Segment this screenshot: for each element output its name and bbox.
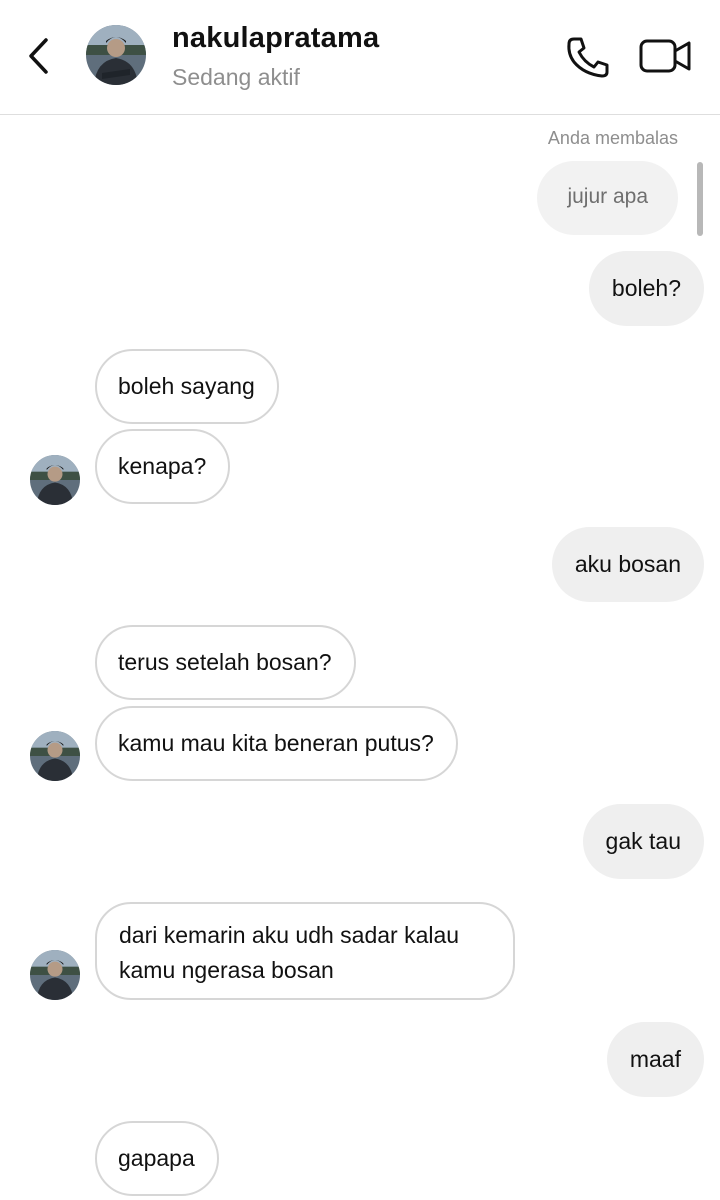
video-call-button[interactable] xyxy=(638,36,692,76)
sender-avatar[interactable] xyxy=(30,950,80,1000)
outgoing-message[interactable]: maaf xyxy=(606,1022,704,1097)
avatar-image xyxy=(30,950,80,1000)
quoted-message-bubble[interactable]: jujur apa xyxy=(537,161,678,235)
incoming-message[interactable]: kenapa? xyxy=(95,429,231,504)
voice-call-button[interactable] xyxy=(564,36,610,78)
chat-header: nakulapratama Sedang aktif xyxy=(0,0,720,115)
profile-avatar[interactable] xyxy=(86,25,146,85)
incoming-message[interactable]: gapapa xyxy=(95,1121,219,1196)
incoming-message[interactable]: boleh sayang xyxy=(95,349,279,424)
chat-username[interactable]: nakulapratama xyxy=(172,22,379,55)
outgoing-message[interactable]: boleh? xyxy=(588,251,704,326)
video-camera-icon xyxy=(639,39,691,73)
incoming-message[interactable]: kamu mau kita beneran putus? xyxy=(95,706,458,781)
phone-icon xyxy=(567,37,609,78)
avatar-image xyxy=(30,731,80,781)
scrollbar-thumb[interactable] xyxy=(697,162,703,236)
active-status: Sedang aktif xyxy=(172,64,300,90)
outgoing-message[interactable]: aku bosan xyxy=(551,527,704,602)
avatar-image xyxy=(86,25,146,85)
incoming-message[interactable]: terus setelah bosan? xyxy=(95,625,356,700)
back-chevron-icon xyxy=(29,38,48,74)
reply-indicator: Anda membalas xyxy=(547,128,678,148)
sender-avatar[interactable] xyxy=(30,731,80,781)
back-button[interactable] xyxy=(22,34,56,78)
incoming-message[interactable]: dari kemarin aku udh sadar kalau kamu ng… xyxy=(95,902,515,1000)
avatar-image xyxy=(30,455,80,505)
outgoing-message[interactable]: gak tau xyxy=(582,804,704,879)
sender-avatar[interactable] xyxy=(30,455,80,505)
